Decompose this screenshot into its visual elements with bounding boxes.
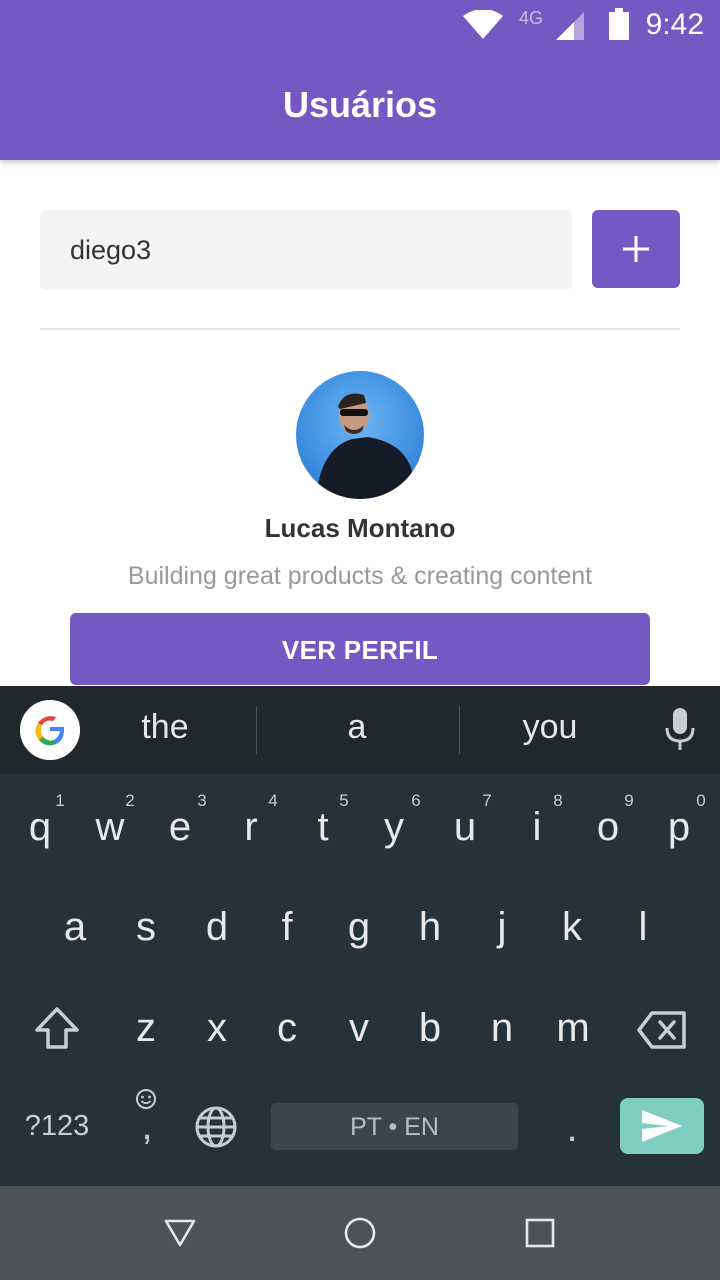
key-m[interactable]: m — [543, 1006, 603, 1051]
clock: 9:42 — [645, 8, 704, 41]
key-u[interactable]: u — [435, 805, 495, 850]
key-z[interactable]: z — [116, 1006, 176, 1051]
suggestion-bar: the a you — [0, 686, 720, 774]
profile-bio: Building great products & creating conte… — [127, 562, 593, 590]
globe-icon[interactable] — [194, 1105, 238, 1149]
username-input[interactable]: diego3 — [40, 210, 572, 290]
key-q[interactable]: q — [10, 805, 70, 850]
backspace-icon[interactable] — [636, 1010, 688, 1050]
suggestion-1[interactable]: the — [90, 708, 240, 747]
suggestion-divider — [256, 706, 257, 754]
avatar — [296, 371, 424, 499]
add-user-button[interactable] — [592, 210, 680, 288]
period-key[interactable]: . — [542, 1106, 602, 1151]
key-hint: 3 — [197, 791, 207, 810]
key-j[interactable]: j — [472, 905, 532, 950]
page-title: Usuários — [282, 84, 438, 125]
key-k[interactable]: k — [542, 905, 602, 950]
app-bar: 4G 9:42 Usuários — [0, 0, 720, 160]
send-button[interactable] — [620, 1098, 704, 1154]
navigation-bar — [0, 1186, 720, 1280]
key-s[interactable]: s — [116, 905, 176, 950]
key-g[interactable]: g — [329, 905, 389, 950]
back-icon[interactable] — [164, 1219, 196, 1247]
key-c[interactable]: c — [257, 1006, 317, 1051]
key-y[interactable]: y — [364, 805, 424, 850]
keyboard: the a you q 1 w 2 e 3 r 4 t 5 y 6 u 7 i … — [0, 686, 720, 1186]
google-icon[interactable] — [20, 700, 80, 760]
battery-icon — [609, 8, 629, 40]
key-hint: 6 — [411, 791, 421, 810]
symbols-key[interactable]: ?123 — [17, 1110, 97, 1143]
suggestion-divider — [459, 706, 460, 754]
plus-icon — [623, 236, 649, 262]
key-t[interactable]: t — [293, 805, 353, 850]
signal-icon — [556, 12, 584, 40]
key-l[interactable]: l — [613, 905, 673, 950]
key-p[interactable]: p — [649, 805, 709, 850]
key-a[interactable]: a — [45, 905, 105, 950]
view-profile-button[interactable]: VER PERFIL — [70, 613, 650, 685]
network-type-label: 4G — [519, 8, 544, 28]
key-w[interactable]: w — [80, 805, 140, 850]
key-d[interactable]: d — [187, 905, 247, 950]
recents-icon[interactable] — [525, 1218, 555, 1248]
key-hint: 5 — [339, 791, 349, 810]
key-f[interactable]: f — [257, 905, 317, 950]
status-bar: 4G 9:42 — [0, 0, 720, 50]
key-e[interactable]: e — [150, 805, 210, 850]
wifi-icon — [463, 10, 503, 39]
key-hint: 1 — [55, 791, 65, 810]
key-hint: 8 — [553, 791, 563, 810]
key-o[interactable]: o — [578, 805, 638, 850]
key-h[interactable]: h — [400, 905, 460, 950]
comma-key[interactable]: , — [117, 1104, 177, 1149]
key-hint: 0 — [696, 791, 706, 810]
key-v[interactable]: v — [329, 1006, 389, 1051]
home-icon[interactable] — [343, 1216, 377, 1250]
key-hint: 9 — [624, 791, 634, 810]
key-x[interactable]: x — [187, 1006, 247, 1051]
shift-icon[interactable] — [34, 1006, 80, 1050]
key-r[interactable]: r — [221, 805, 281, 850]
key-b[interactable]: b — [400, 1006, 460, 1051]
key-hint: 7 — [482, 791, 492, 810]
key-n[interactable]: n — [472, 1006, 532, 1051]
key-hint: 2 — [125, 791, 135, 810]
key-hint: 4 — [268, 791, 278, 810]
suggestion-2[interactable]: a — [282, 708, 432, 747]
send-icon — [642, 1110, 682, 1142]
microphone-icon[interactable] — [664, 708, 696, 752]
profile-name: Lucas Montano — [264, 513, 456, 543]
search-row: diego3 — [40, 210, 680, 290]
space-bar[interactable]: PT • EN — [271, 1103, 518, 1150]
screen: 4G 9:42 Usuários diego3 Lucas Montano Bu… — [0, 0, 720, 1280]
key-i[interactable]: i — [507, 805, 567, 850]
suggestion-3[interactable]: you — [475, 708, 625, 747]
divider — [40, 328, 680, 330]
